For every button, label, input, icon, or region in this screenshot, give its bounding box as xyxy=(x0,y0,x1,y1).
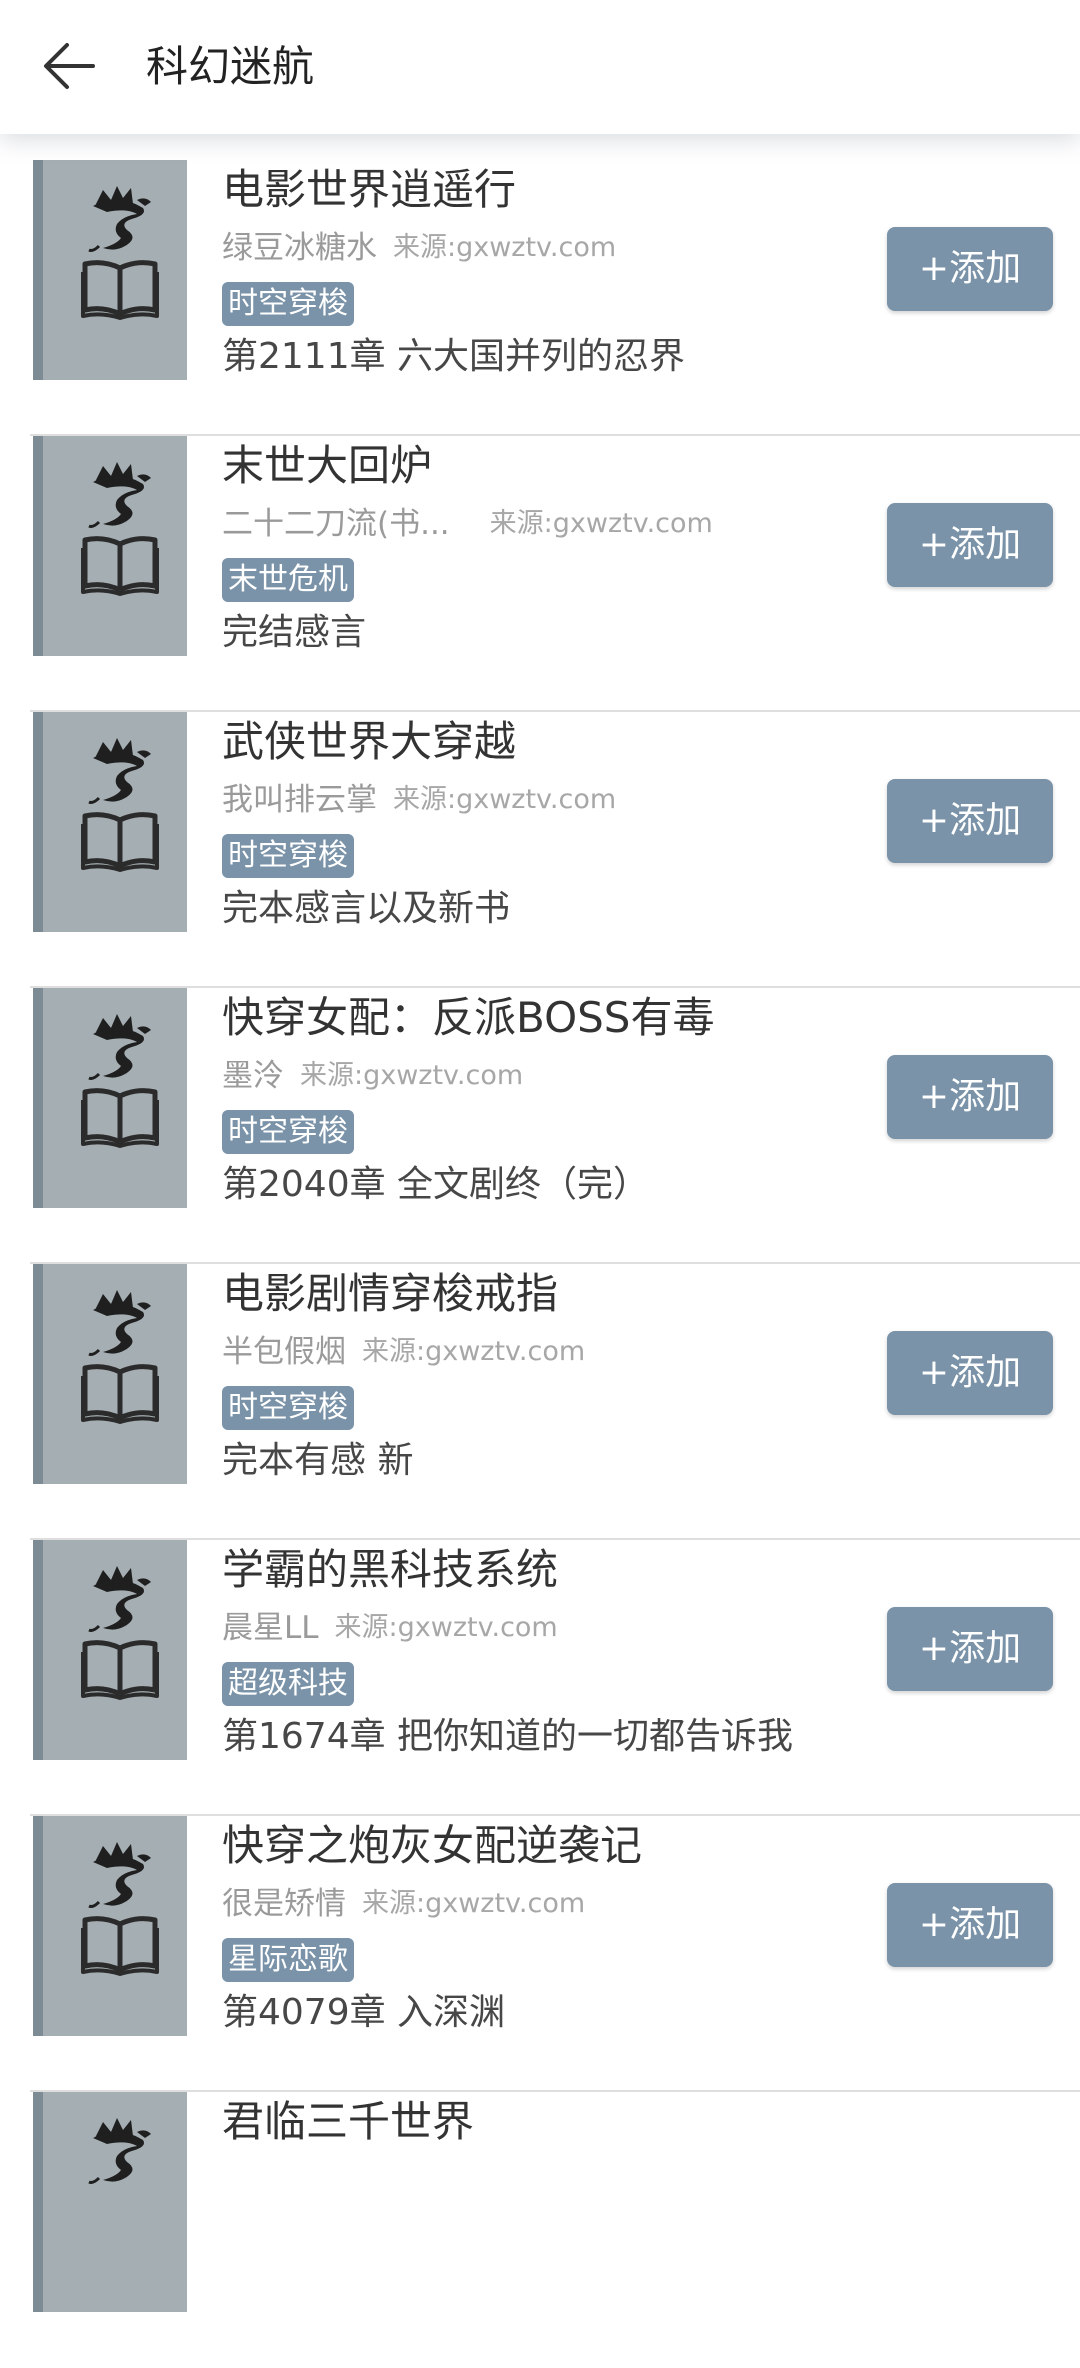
dragon-icon xyxy=(88,1566,151,1632)
book-cover[interactable] xyxy=(33,1816,187,2036)
book-meta: 我叫排云掌 来源:gxwztv.com xyxy=(222,779,616,821)
dragon-icon xyxy=(88,1014,151,1080)
category-tag: 星际恋歌 xyxy=(222,1938,354,1982)
latest-chapter: 第4079章 入深渊 xyxy=(222,1992,506,2033)
category-tag: 时空穿梭 xyxy=(222,282,354,326)
dragon-icon xyxy=(88,1290,151,1356)
book-source: 来源:gxwztv.com xyxy=(334,1612,558,1643)
list-item[interactable]: 武侠世界大穿越 我叫排云掌 来源:gxwztv.com 时空穿梭 完本感言以及新书… xyxy=(0,712,1080,988)
book-title[interactable]: 电影剧情穿梭戒指 xyxy=(222,1264,558,1324)
book-meta: 很是矫情 来源:gxwztv.com xyxy=(222,1883,585,1925)
open-book-icon xyxy=(81,1364,159,1424)
list-item[interactable]: 电影世界逍遥行 绿豆冰糖水 来源:gxwztv.com 时空穿梭 第2111章 六… xyxy=(0,160,1080,436)
latest-chapter: 第1674章 把你知道的一切都告诉我 xyxy=(222,1716,794,1757)
add-button[interactable]: +添加 xyxy=(887,779,1053,863)
book-title[interactable]: 末世大回炉 xyxy=(222,436,432,496)
book-source: 来源:gxwztv.com xyxy=(393,232,617,263)
dragon-icon xyxy=(88,2118,151,2184)
book-source: 来源:gxwztv.com xyxy=(362,1888,586,1919)
book-list[interactable]: 电影世界逍遥行 绿豆冰糖水 来源:gxwztv.com 时空穿梭 第2111章 六… xyxy=(0,160,1080,2368)
list-item[interactable]: 学霸的黑科技系统 晨星LL 来源:gxwztv.com 超级科技 第1674章 把… xyxy=(0,1540,1080,1816)
add-button[interactable]: +添加 xyxy=(887,503,1053,587)
book-source: 来源:gxwztv.com xyxy=(489,508,713,539)
book-author: 二十二刀流(书... xyxy=(222,506,450,542)
dragon-icon xyxy=(88,738,151,804)
list-item[interactable]: 末世大回炉 二十二刀流(书... 来源:gxwztv.com 末世危机 完结感言 … xyxy=(0,436,1080,712)
dragon-icon xyxy=(88,186,151,252)
list-item[interactable]: 电影剧情穿梭戒指 半包假烟 来源:gxwztv.com 时空穿梭 完本有感 新 +… xyxy=(0,1264,1080,1540)
book-cover[interactable] xyxy=(33,1264,187,1484)
book-title[interactable]: 学霸的黑科技系统 xyxy=(222,1540,558,1600)
book-author: 我叫排云掌 xyxy=(222,782,377,818)
book-cover[interactable] xyxy=(33,1540,187,1760)
back-button[interactable] xyxy=(30,28,106,104)
top-app-bar: 科幻迷航 xyxy=(0,0,1080,134)
open-book-icon xyxy=(81,1088,159,1148)
latest-chapter: 完本有感 新 xyxy=(222,1440,414,1481)
add-button[interactable]: +添加 xyxy=(887,1883,1053,1967)
book-author: 半包假烟 xyxy=(222,1334,346,1370)
book-author: 晨星LL xyxy=(222,1610,319,1646)
book-author: 很是矫情 xyxy=(222,1886,346,1922)
book-source: 来源:gxwztv.com xyxy=(362,1336,586,1367)
book-cover[interactable] xyxy=(33,160,187,380)
add-button[interactable]: +添加 xyxy=(887,227,1053,311)
book-author: 绿豆冰糖水 xyxy=(222,230,377,266)
latest-chapter: 完结感言 xyxy=(222,612,367,653)
dragon-icon xyxy=(88,462,151,528)
book-cover[interactable] xyxy=(33,2092,187,2312)
add-button[interactable]: +添加 xyxy=(887,1607,1053,1691)
add-button[interactable]: +添加 xyxy=(887,1055,1053,1139)
arrow-left-icon xyxy=(44,43,95,89)
category-tag: 时空穿梭 xyxy=(222,1110,354,1154)
book-author: 墨泠 xyxy=(222,1058,284,1094)
category-tag: 时空穿梭 xyxy=(222,1386,354,1430)
category-tag: 时空穿梭 xyxy=(222,834,354,878)
category-tag: 超级科技 xyxy=(222,1662,354,1706)
book-meta: 晨星LL 来源:gxwztv.com xyxy=(222,1607,558,1649)
page-title: 科幻迷航 xyxy=(146,42,315,91)
book-source: 来源:gxwztv.com xyxy=(300,1060,524,1091)
book-meta: 墨泠 来源:gxwztv.com xyxy=(222,1055,523,1097)
latest-chapter: 第2040章 全文剧终（完） xyxy=(222,1164,650,1205)
book-title[interactable]: 电影世界逍遥行 xyxy=(222,160,516,220)
book-title[interactable]: 武侠世界大穿越 xyxy=(222,712,516,772)
book-meta: 绿豆冰糖水 来源:gxwztv.com xyxy=(222,227,616,269)
open-book-icon xyxy=(81,812,159,872)
book-cover[interactable] xyxy=(33,988,187,1208)
list-item[interactable]: 君临三千世界 xyxy=(0,2092,1080,2368)
book-cover[interactable] xyxy=(33,436,187,656)
open-book-icon xyxy=(81,260,159,320)
list-item[interactable]: 快穿之炮灰女配逆袭记 很是矫情 来源:gxwztv.com 星际恋歌 第4079章… xyxy=(0,1816,1080,2092)
open-book-icon xyxy=(81,536,159,596)
latest-chapter: 第2111章 六大国并列的忍界 xyxy=(222,336,686,377)
book-title[interactable]: 快穿之炮灰女配逆袭记 xyxy=(222,1816,642,1876)
add-button[interactable]: +添加 xyxy=(887,1331,1053,1415)
book-title[interactable]: 快穿女配：反派BOSS有毒 xyxy=(222,988,714,1048)
open-book-icon xyxy=(81,1640,159,1700)
latest-chapter: 完本感言以及新书 xyxy=(222,888,511,929)
book-title[interactable]: 君临三千世界 xyxy=(222,2092,474,2152)
dragon-icon xyxy=(88,1842,151,1908)
book-cover[interactable] xyxy=(33,712,187,932)
book-source: 来源:gxwztv.com xyxy=(393,784,617,815)
category-tag: 末世危机 xyxy=(222,558,354,602)
list-item[interactable]: 快穿女配：反派BOSS有毒 墨泠 来源:gxwztv.com 时空穿梭 第2040… xyxy=(0,988,1080,1264)
book-meta: 二十二刀流(书... 来源:gxwztv.com xyxy=(222,503,713,545)
book-meta: 半包假烟 来源:gxwztv.com xyxy=(222,1331,585,1373)
open-book-icon xyxy=(81,1916,159,1976)
